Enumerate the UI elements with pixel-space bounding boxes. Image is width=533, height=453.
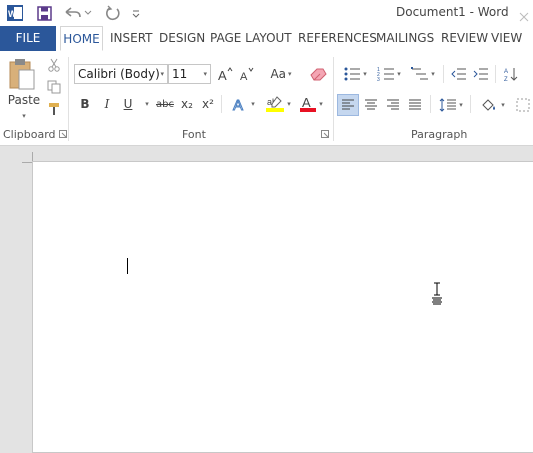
underline-dropdown-icon[interactable]: ▾ — [141, 94, 151, 114]
highlight-icon[interactable]: ab ▾ — [262, 94, 294, 114]
paste-button[interactable]: Paste — [4, 91, 44, 109]
grow-font-icon[interactable]: A — [216, 64, 234, 84]
align-center-icon[interactable] — [361, 94, 381, 116]
tab-mailings[interactable]: MAILINGS — [376, 26, 434, 51]
bold-button[interactable]: B — [77, 94, 93, 114]
svg-text:3: 3 — [377, 77, 380, 82]
clear-formatting-icon[interactable] — [308, 64, 330, 84]
multilevel-list-icon[interactable]: ▾ — [408, 64, 438, 84]
font-name-dropdown-icon[interactable]: ▾ — [160, 65, 164, 83]
copy-icon[interactable] — [46, 79, 62, 95]
font-name-value: Calibri (Body) — [78, 67, 160, 81]
clipboard-group-label: Clipboard — [3, 128, 56, 141]
justify-icon[interactable] — [405, 94, 425, 116]
svg-text:W: W — [8, 9, 17, 19]
font-group-label: Font — [182, 128, 206, 141]
paragraph-inner-separator — [430, 95, 431, 113]
svg-text:A: A — [240, 71, 248, 82]
document-page[interactable] — [32, 161, 533, 453]
tab-page-layout[interactable]: PAGE LAYOUT — [210, 26, 292, 51]
shrink-font-icon[interactable]: A — [238, 64, 256, 84]
title-bar: W Document1 - Word — [0, 0, 533, 26]
superscript-button[interactable]: x² — [199, 94, 217, 114]
paste-dropdown-icon[interactable]: ▾ — [18, 111, 28, 121]
window-title: Document1 - Word — [396, 5, 509, 19]
increase-indent-icon[interactable] — [471, 64, 491, 84]
underline-button[interactable]: U — [120, 94, 136, 114]
sort-icon[interactable]: AZ — [501, 64, 521, 84]
format-painter-icon[interactable] — [46, 101, 62, 117]
cut-icon[interactable] — [46, 57, 62, 73]
tab-view[interactable]: VIEW — [491, 26, 522, 51]
change-case-label: Aa — [270, 67, 287, 81]
tab-design[interactable]: DESIGN — [159, 26, 205, 51]
align-left-icon[interactable] — [337, 94, 359, 116]
group-separator — [68, 57, 69, 141]
align-right-icon[interactable] — [383, 94, 403, 116]
svg-text:A: A — [218, 68, 227, 82]
tab-review[interactable]: REVIEW — [441, 26, 488, 51]
italic-button[interactable]: I — [99, 94, 115, 114]
paragraph-group-label: Paragraph — [411, 128, 468, 141]
svg-text:A: A — [302, 95, 311, 110]
paste-icon[interactable] — [5, 57, 39, 93]
font-launcher-icon[interactable] — [320, 129, 330, 139]
ribbon-tabs: FILE HOME INSERT DESIGN PAGE LAYOUT REFE… — [0, 26, 533, 52]
text-caret — [127, 258, 128, 274]
line-spacing-icon[interactable]: ▾ — [436, 94, 466, 116]
customize-qat-icon[interactable] — [130, 3, 142, 23]
word-app-icon[interactable]: W — [6, 3, 24, 23]
font-size-value: 11 — [172, 67, 188, 81]
shading-icon[interactable]: ▾ — [476, 94, 508, 116]
svg-text:A: A — [504, 69, 508, 75]
font-size-dropdown-icon[interactable]: ▾ — [203, 65, 207, 83]
bullets-icon[interactable]: ▾ — [340, 64, 370, 84]
window-controls-icon[interactable] — [518, 9, 533, 22]
change-case-button[interactable]: Aa ▾ — [266, 64, 296, 84]
font-size-combo[interactable]: 11 ▾ — [168, 64, 211, 84]
tab-home[interactable]: HOME — [60, 26, 103, 51]
subscript-button[interactable]: x₂ — [178, 94, 196, 114]
redo-icon[interactable] — [104, 3, 122, 23]
paragraph-inner-separator — [443, 65, 444, 83]
save-icon[interactable] — [34, 3, 54, 23]
svg-text:Z: Z — [504, 77, 508, 82]
paste-label: Paste — [7, 93, 41, 107]
group-separator — [333, 57, 334, 141]
undo-icon[interactable] — [62, 3, 92, 23]
strikethrough-button[interactable]: abc — [154, 94, 176, 114]
numbering-icon[interactable]: 1 2 3 ▾ — [374, 64, 404, 84]
ibeam-cursor-icon — [432, 282, 442, 305]
clipboard-launcher-icon[interactable] — [58, 129, 68, 139]
ribbon-home: Paste ▾ Clipboard Calibri (Body) ▾ 11 ▾ … — [0, 51, 533, 146]
decrease-indent-icon[interactable] — [449, 64, 469, 84]
text-effects-icon[interactable]: A ▾ — [228, 94, 258, 114]
paragraph-inner-separator — [495, 65, 496, 83]
svg-text:A: A — [233, 97, 243, 113]
tab-file[interactable]: FILE — [0, 26, 56, 51]
paragraph-inner-separator — [470, 95, 471, 113]
font-name-combo[interactable]: Calibri (Body) ▾ — [74, 64, 168, 84]
font-inner-separator — [221, 95, 222, 113]
tab-references[interactable]: REFERENCES — [298, 26, 377, 51]
font-color-icon[interactable]: A ▾ — [296, 94, 326, 114]
borders-icon[interactable] — [512, 94, 533, 116]
tab-insert[interactable]: INSERT — [110, 26, 153, 51]
